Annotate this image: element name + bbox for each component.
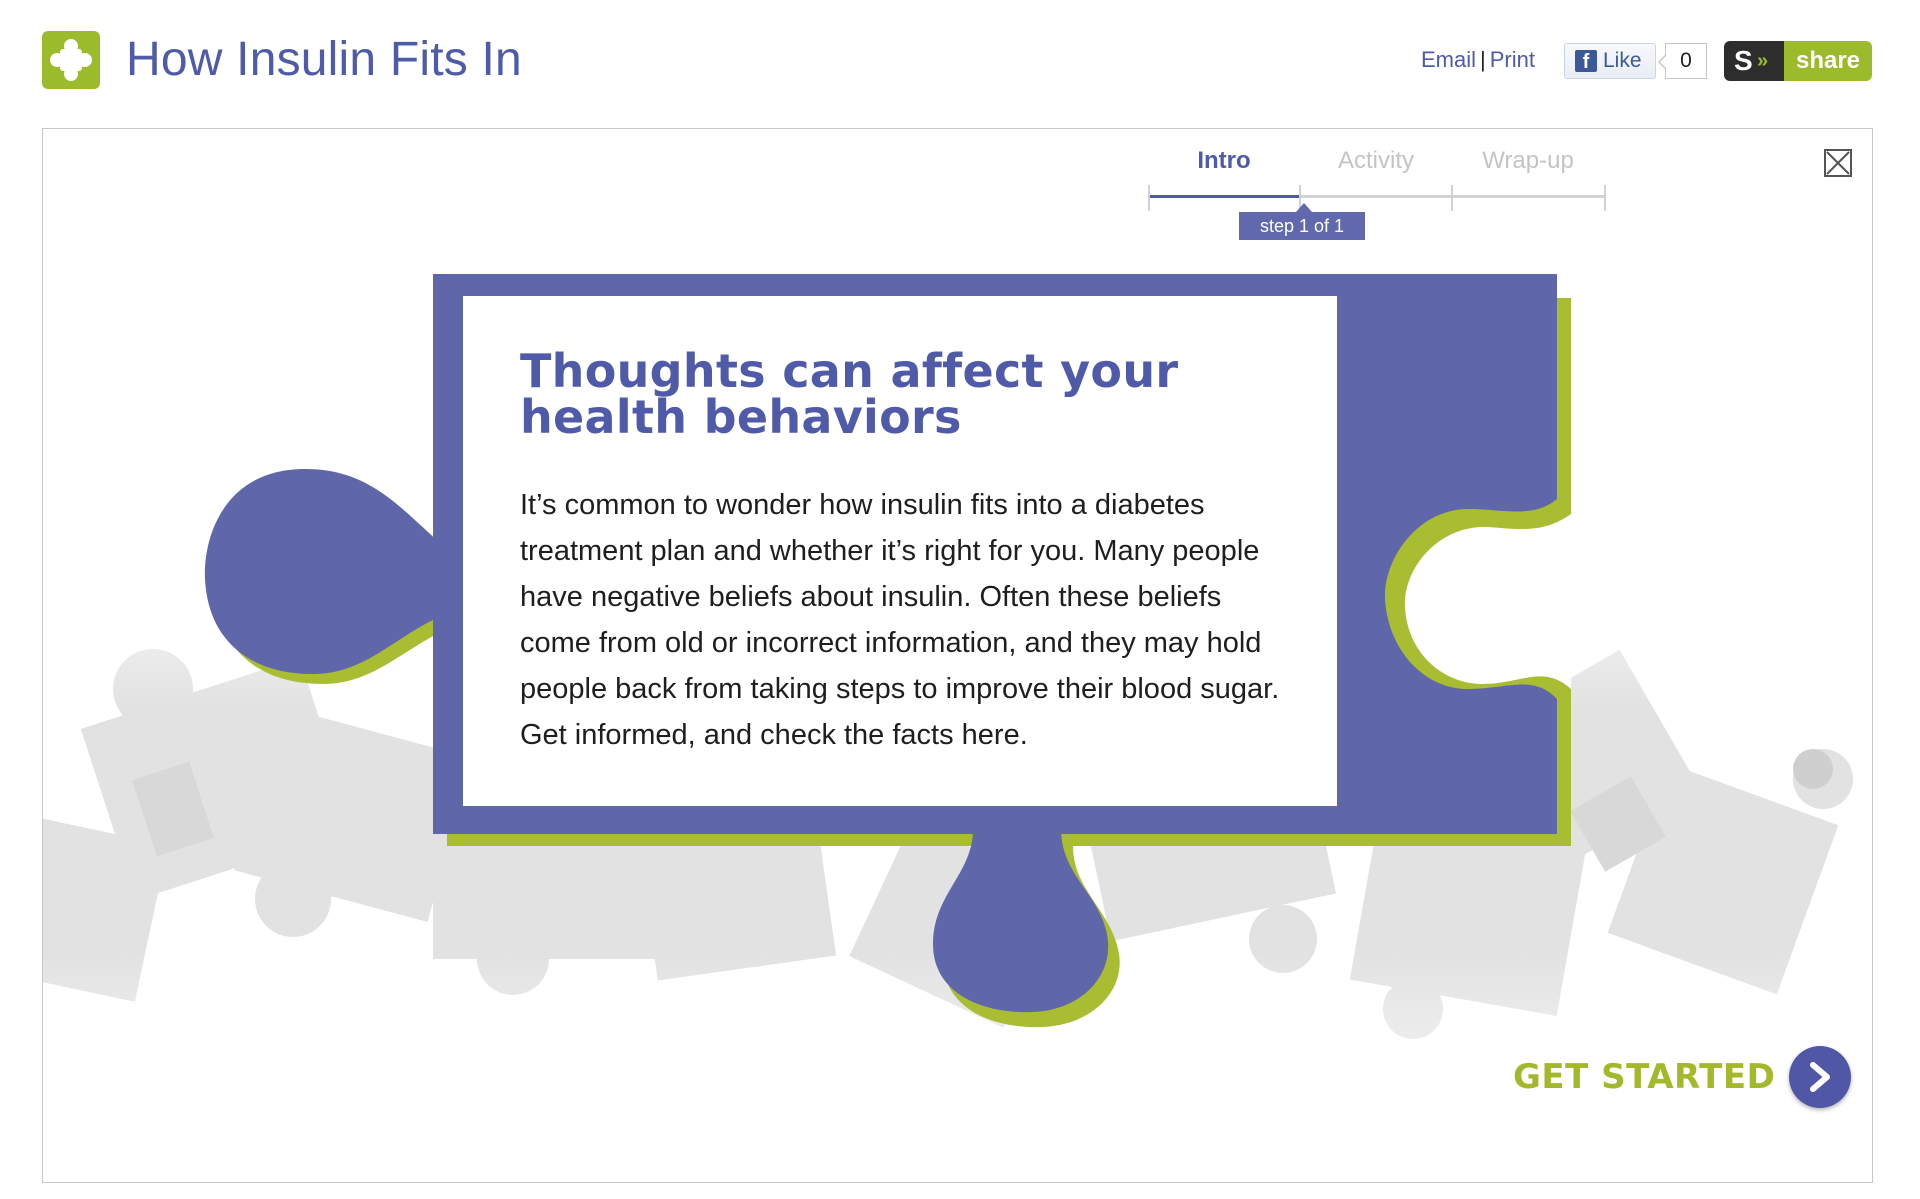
link-separator: |: [1480, 47, 1486, 72]
facebook-like-label: Like: [1603, 49, 1642, 72]
activity-frame: Intro Activity Wrap-up step 1 of 1 Thoug…: [42, 128, 1873, 1183]
share-arrows: »: [1757, 50, 1769, 72]
get-started-label: GET STARTED: [1513, 1057, 1776, 1097]
content-card: Thoughts can affect your health behavior…: [463, 296, 1337, 806]
share-logo-letter: S: [1734, 45, 1753, 76]
share-label: share: [1784, 41, 1872, 81]
card-title: Thoughts can affect your health behavior…: [520, 344, 1179, 444]
share-button[interactable]: S » share: [1724, 41, 1872, 81]
logo-puzzle-icon: [42, 31, 100, 89]
card-body: It’s common to wonder how insulin fits i…: [520, 489, 1280, 751]
print-link[interactable]: Print: [1490, 47, 1535, 72]
get-started-button[interactable]: GET STARTED: [1513, 1045, 1852, 1109]
facebook-like-button[interactable]: f Like: [1564, 43, 1656, 79]
top-links: Email | Print: [1421, 44, 1535, 76]
facebook-icon: f: [1575, 50, 1597, 73]
chevron-right-icon: [1789, 1046, 1852, 1108]
email-link[interactable]: Email: [1421, 47, 1476, 72]
page-title: How Insulin Fits In: [126, 33, 522, 86]
facebook-like-count: 0: [1658, 43, 1707, 79]
share-logo-icon: S »: [1724, 41, 1784, 81]
